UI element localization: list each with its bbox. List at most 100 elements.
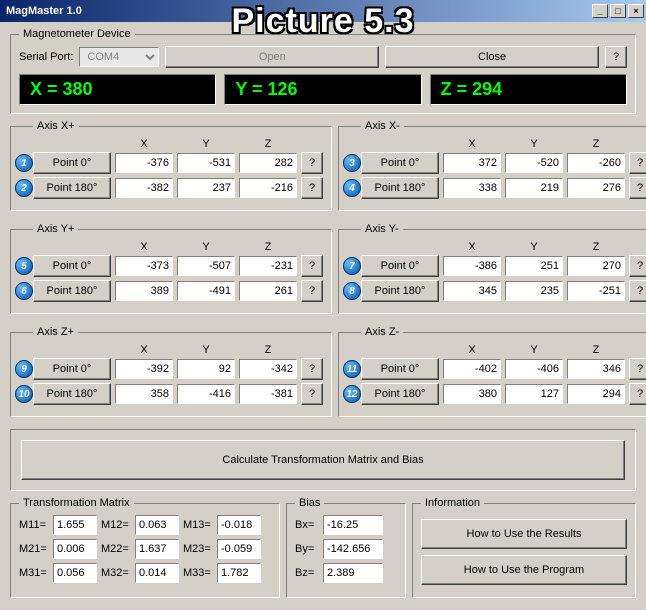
axis-yp-legend: Axis Y+	[33, 223, 78, 235]
bz-field[interactable]	[323, 563, 383, 583]
m32-field[interactable]	[135, 563, 179, 583]
m11-label: M11=	[19, 519, 49, 531]
help-yp-p180[interactable]: ?	[301, 280, 323, 302]
yp-p0-y[interactable]	[177, 256, 235, 276]
ym-p0-x[interactable]	[443, 256, 501, 276]
how-to-results-button[interactable]: How to Use the Results	[421, 519, 627, 549]
help-zp-p180[interactable]: ?	[301, 383, 323, 405]
m21-field[interactable]	[53, 539, 97, 559]
axis-xm-group: Axis X- XYZ 3 Point 0° ? 4 Point 180° ?	[338, 120, 646, 211]
xm-p180-x[interactable]	[443, 178, 501, 198]
col-y: Y	[505, 344, 563, 356]
m22-field[interactable]	[135, 539, 179, 559]
minimize-button[interactable]: _	[592, 4, 608, 18]
ym-p180-y[interactable]	[505, 281, 563, 301]
point180-ym-button[interactable]: Point 180°	[361, 280, 439, 302]
zm-p180-z[interactable]	[567, 384, 625, 404]
badge-10: 10	[15, 385, 33, 403]
yp-p180-z[interactable]	[239, 281, 297, 301]
xm-p0-z[interactable]	[567, 153, 625, 173]
by-field[interactable]	[323, 539, 383, 559]
zp-p180-y[interactable]	[177, 384, 235, 404]
xp-p0-y[interactable]	[177, 153, 235, 173]
xp-p180-z[interactable]	[239, 178, 297, 198]
xp-p180-x[interactable]	[115, 178, 173, 198]
calc-group: Calculate Transformation Matrix and Bias	[10, 429, 636, 491]
help-ym-p180[interactable]: ?	[629, 280, 646, 302]
xp-p0-x[interactable]	[115, 153, 173, 173]
bz-label: Bz=	[295, 567, 319, 579]
zp-p180-z[interactable]	[239, 384, 297, 404]
zm-p180-x[interactable]	[443, 384, 501, 404]
by-label: By=	[295, 543, 319, 555]
yp-p0-x[interactable]	[115, 256, 173, 276]
zm-p0-z[interactable]	[567, 359, 625, 379]
readout-z: Z = 294	[430, 74, 627, 105]
xm-p180-y[interactable]	[505, 178, 563, 198]
calculate-button[interactable]: Calculate Transformation Matrix and Bias	[21, 440, 625, 480]
xm-p180-z[interactable]	[567, 178, 625, 198]
help-xp-p0[interactable]: ?	[301, 152, 323, 174]
maximize-button[interactable]: □	[610, 4, 626, 18]
m23-field[interactable]	[217, 539, 261, 559]
point180-yp-button[interactable]: Point 180°	[33, 280, 111, 302]
m11-field[interactable]	[53, 515, 97, 535]
zm-p0-x[interactable]	[443, 359, 501, 379]
xp-p180-y[interactable]	[177, 178, 235, 198]
help-ym-p0[interactable]: ?	[629, 255, 646, 277]
xm-p0-x[interactable]	[443, 153, 501, 173]
ym-p0-y[interactable]	[505, 256, 563, 276]
how-to-program-button[interactable]: How to Use the Program	[421, 555, 627, 585]
m31-field[interactable]	[53, 563, 97, 583]
m22-label: M22=	[101, 543, 131, 555]
help-xm-p0[interactable]: ?	[629, 152, 646, 174]
zp-p180-x[interactable]	[115, 384, 173, 404]
point180-zm-button[interactable]: Point 180°	[361, 383, 439, 405]
ym-p180-z[interactable]	[567, 281, 625, 301]
open-button[interactable]: Open	[165, 46, 379, 68]
help-yp-p0[interactable]: ?	[301, 255, 323, 277]
yp-p0-z[interactable]	[239, 256, 297, 276]
yp-p180-x[interactable]	[115, 281, 173, 301]
col-z: Z	[567, 138, 625, 150]
point0-yp-button[interactable]: Point 0°	[33, 255, 111, 277]
m33-field[interactable]	[217, 563, 261, 583]
bias-legend: Bias	[295, 497, 324, 509]
point0-ym-button[interactable]: Point 0°	[361, 255, 439, 277]
help-zm-p0[interactable]: ?	[629, 358, 646, 380]
axis-yp-group: Axis Y+ XYZ 5 Point 0° ? 6 Point 180° ?	[10, 223, 332, 314]
serial-port-select[interactable]: COM4	[79, 47, 159, 67]
point180-zp-button[interactable]: Point 180°	[33, 383, 111, 405]
close-button-port[interactable]: Close	[385, 46, 599, 68]
help-device-button[interactable]: ?	[605, 46, 627, 68]
help-xp-p180[interactable]: ?	[301, 177, 323, 199]
m13-field[interactable]	[217, 515, 261, 535]
point0-zm-button[interactable]: Point 0°	[361, 358, 439, 380]
zm-p180-y[interactable]	[505, 384, 563, 404]
zm-p0-y[interactable]	[505, 359, 563, 379]
zp-p0-y[interactable]	[177, 359, 235, 379]
help-xm-p180[interactable]: ?	[629, 177, 646, 199]
help-zm-p180[interactable]: ?	[629, 383, 646, 405]
bx-field[interactable]	[323, 515, 383, 535]
overlay-label: Picture 5.3	[232, 2, 415, 41]
ym-p180-x[interactable]	[443, 281, 501, 301]
point180-xp-button[interactable]: Point 180°	[33, 177, 111, 199]
badge-2: 2	[15, 179, 33, 197]
close-button[interactable]: ×	[628, 4, 644, 18]
point180-xm-button[interactable]: Point 180°	[361, 177, 439, 199]
ym-p0-z[interactable]	[567, 256, 625, 276]
zp-p0-x[interactable]	[115, 359, 173, 379]
col-y: Y	[177, 138, 235, 150]
zp-p0-z[interactable]	[239, 359, 297, 379]
yp-p180-y[interactable]	[177, 281, 235, 301]
axis-xp-legend: Axis X+	[33, 120, 79, 132]
xm-p0-y[interactable]	[505, 153, 563, 173]
point0-zp-button[interactable]: Point 0°	[33, 358, 111, 380]
point0-xm-button[interactable]: Point 0°	[361, 152, 439, 174]
help-zp-p0[interactable]: ?	[301, 358, 323, 380]
xp-p0-z[interactable]	[239, 153, 297, 173]
col-z: Z	[567, 344, 625, 356]
m12-field[interactable]	[135, 515, 179, 535]
point0-xp-button[interactable]: Point 0°	[33, 152, 111, 174]
